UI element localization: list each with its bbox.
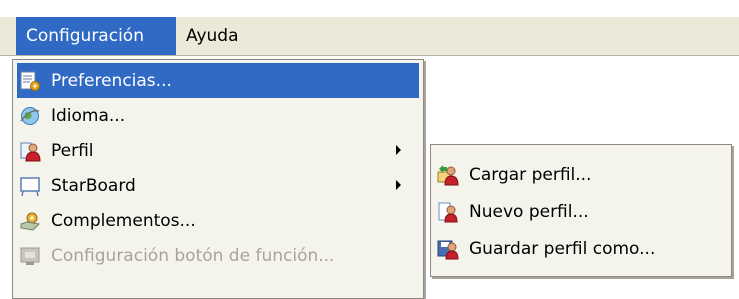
menu-item-starboard-label: StarBoard — [51, 175, 136, 196]
new-profile-icon — [437, 201, 459, 223]
submenu-item-guardar-perfil-como-label: Guardar perfil como... — [469, 238, 656, 259]
submenu-arrow-icon — [396, 145, 401, 155]
menu-item-perfil[interactable]: Perfil — [17, 133, 419, 168]
menu-item-complementos-label: Complementos... — [51, 210, 196, 231]
menu-item-preferencias-label: Preferencias... — [51, 70, 172, 91]
menu-item-idioma[interactable]: Idioma... — [17, 98, 419, 133]
menu-item-configuracion-boton-funcion[interactable]: Configuración botón de función... — [17, 238, 419, 273]
configuracion-dropdown-menu: Preferencias... Idioma... Perfil StarBoa… — [12, 59, 424, 299]
plugins-icon — [19, 210, 41, 232]
menu-item-perfil-label: Perfil — [51, 140, 94, 161]
window-top-area — [0, 0, 739, 17]
menu-item-starboard[interactable]: StarBoard — [17, 168, 419, 203]
submenu-item-guardar-perfil-como[interactable]: Guardar perfil como... — [435, 231, 727, 266]
menu-item-configuracion-boton-funcion-label: Configuración botón de función... — [51, 245, 335, 266]
profile-icon — [19, 140, 41, 162]
menu-item-preferencias[interactable]: Preferencias... — [17, 63, 419, 98]
function-button-icon — [19, 245, 41, 267]
load-profile-icon — [437, 164, 459, 186]
submenu-item-cargar-perfil[interactable]: Cargar perfil... — [435, 157, 727, 192]
starboard-icon — [19, 175, 41, 197]
menu-ayuda[interactable]: Ayuda — [176, 17, 262, 55]
submenu-arrow-icon — [396, 180, 401, 190]
preferences-icon — [19, 70, 41, 92]
save-profile-icon — [437, 238, 459, 260]
menu-item-idioma-label: Idioma... — [51, 105, 126, 126]
menu-ayuda-label: Ayuda — [186, 26, 239, 46]
submenu-item-nuevo-perfil-label: Nuevo perfil... — [469, 201, 589, 222]
perfil-submenu: Cargar perfil... Nuevo perfil... Guardar… — [430, 144, 732, 277]
submenu-item-cargar-perfil-label: Cargar perfil... — [469, 164, 592, 185]
menu-configuracion[interactable]: Configuración — [16, 17, 176, 55]
menu-configuracion-label: Configuración — [26, 26, 144, 46]
submenu-item-nuevo-perfil[interactable]: Nuevo perfil... — [435, 194, 727, 229]
menu-item-complementos[interactable]: Complementos... — [17, 203, 419, 238]
menu-bar: Configuración Ayuda — [0, 17, 739, 56]
globe-icon — [19, 105, 41, 127]
